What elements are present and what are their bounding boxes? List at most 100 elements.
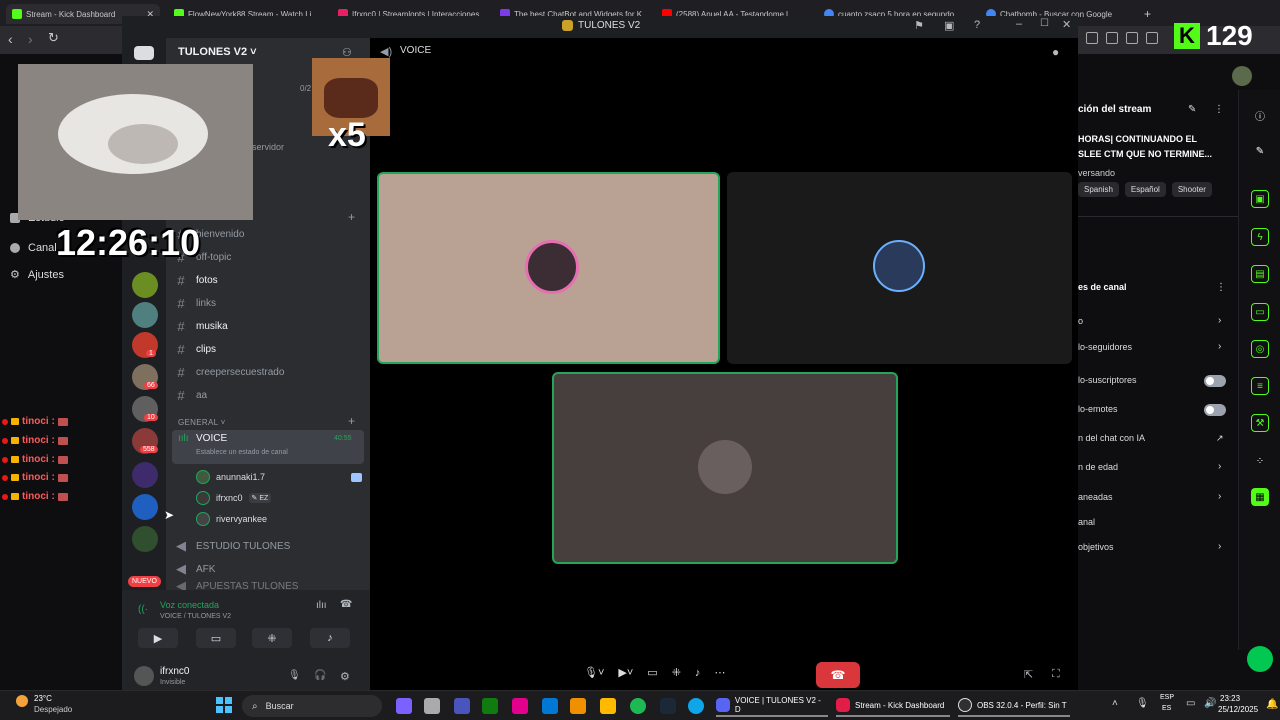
channel-fotos[interactable]: # fotos bbox=[174, 270, 362, 290]
wrench-icon[interactable]: ⚒ bbox=[1251, 414, 1269, 432]
folder-icon[interactable] bbox=[600, 698, 616, 714]
server-icon[interactable] bbox=[132, 526, 158, 552]
apps-icon[interactable]: ⁘ bbox=[1251, 452, 1269, 470]
channel-status[interactable]: Establece un estado de canal bbox=[196, 449, 288, 456]
category-general[interactable]: GENERAL ˅ bbox=[178, 418, 226, 427]
bolt-icon[interactable]: ϟ bbox=[1251, 228, 1269, 246]
server-name[interactable]: TULONES V2 ˅ bbox=[178, 46, 257, 58]
channel-aa[interactable]: # aa bbox=[174, 385, 362, 405]
disconnect-icon[interactable]: ☎ bbox=[340, 599, 352, 610]
chat-username[interactable]: tinoci : bbox=[22, 491, 55, 502]
tag[interactable]: Español bbox=[1124, 182, 1166, 197]
notification-icon[interactable]: 🔔 bbox=[1266, 699, 1278, 710]
gear-icon[interactable]: ⚙ bbox=[340, 670, 350, 683]
microphone-icon[interactable]: 🎙˅ bbox=[584, 666, 604, 679]
emotes-only-toggle[interactable] bbox=[1204, 404, 1226, 416]
steam-icon[interactable] bbox=[660, 698, 676, 714]
subscribers-only-toggle[interactable] bbox=[1204, 375, 1226, 387]
server-icon[interactable] bbox=[132, 302, 158, 328]
username[interactable]: ifrxnc0 bbox=[160, 666, 189, 677]
window-icon[interactable]: ▣ bbox=[944, 19, 954, 32]
setting-row[interactable]: o › bbox=[1078, 315, 1228, 330]
add-channel-button[interactable]: + bbox=[348, 210, 355, 224]
setting-row[interactable]: anal bbox=[1078, 517, 1228, 531]
weather-temp[interactable]: 23°C bbox=[34, 694, 52, 703]
taskbar-search[interactable]: ⌕ Buscar bbox=[242, 695, 382, 717]
activities-icon[interactable]: ⁜ bbox=[672, 666, 681, 679]
new-tab-button[interactable]: + bbox=[1144, 4, 1151, 24]
more-icon[interactable]: ⋮ bbox=[1214, 104, 1224, 115]
setting-row[interactable]: n del chat con IA ↗ bbox=[1078, 433, 1228, 447]
server-icon[interactable] bbox=[132, 462, 158, 488]
disconnect-button[interactable]: ☎ bbox=[816, 662, 860, 688]
setting-row[interactable]: aneadas › bbox=[1078, 491, 1228, 506]
chevron-up-icon[interactable]: ˄ bbox=[1112, 698, 1118, 709]
channel-off-topic[interactable]: # off-topic bbox=[174, 247, 362, 267]
activities-button[interactable]: ⁜ bbox=[252, 628, 292, 648]
tag[interactable]: Spanish bbox=[1078, 182, 1119, 197]
spotify-icon[interactable] bbox=[630, 698, 646, 714]
participant-tile[interactable] bbox=[552, 372, 898, 564]
chat-username[interactable]: tinoci : bbox=[22, 416, 55, 427]
language-indicator[interactable]: ESP bbox=[1160, 694, 1174, 701]
taskbar-app-obs[interactable]: OBS 32.0.4 - Perfil: Sin T bbox=[958, 695, 1070, 717]
fullscreen-icon[interactable]: ⛶ bbox=[1052, 668, 1060, 681]
network-icon[interactable]: ▭ bbox=[1186, 698, 1195, 709]
soundboard-button[interactable]: ♪ bbox=[310, 628, 350, 648]
popout-icon[interactable]: ⇱ bbox=[1024, 668, 1033, 681]
task-view-icon[interactable] bbox=[424, 698, 440, 714]
server-icon[interactable] bbox=[132, 272, 158, 298]
soundboard-icon[interactable]: ♪ bbox=[695, 667, 701, 679]
chat-username[interactable]: tinoci : bbox=[22, 454, 55, 465]
document-icon[interactable]: ▤ bbox=[1251, 265, 1269, 283]
edit-icon[interactable]: ✎ bbox=[1251, 142, 1269, 160]
voice-member[interactable]: rivervyankee bbox=[196, 510, 362, 528]
sidebar-item-ajustes[interactable]: ⚙ Ajustes bbox=[10, 268, 64, 282]
voice-member[interactable]: ifrxnc0 ✎ EZ bbox=[196, 489, 362, 507]
minimize-button[interactable]: – bbox=[1016, 18, 1022, 30]
windows-start-icon[interactable] bbox=[216, 697, 232, 713]
server-icon[interactable] bbox=[132, 494, 158, 520]
camera-button[interactable]: ▶ bbox=[138, 628, 178, 648]
chat-icon[interactable]: ▭ bbox=[1251, 303, 1269, 321]
back-button[interactable]: ‹ bbox=[8, 31, 13, 47]
add-channel-button[interactable]: + bbox=[348, 414, 355, 428]
xbox-icon[interactable] bbox=[482, 698, 498, 714]
participant-tile[interactable] bbox=[377, 172, 720, 364]
setting-row[interactable]: objetivos › bbox=[1078, 541, 1228, 556]
extension-icon[interactable] bbox=[1126, 32, 1138, 44]
channel-musika[interactable]: # musika bbox=[174, 316, 362, 336]
noise-suppression-icon[interactable]: ılıı bbox=[316, 600, 327, 611]
channel-clips[interactable]: # clips bbox=[174, 339, 362, 359]
channel-links[interactable]: # links bbox=[174, 293, 362, 313]
chat-username[interactable]: tinoci : bbox=[22, 435, 55, 446]
voice-connected-label[interactable]: Voz conectada bbox=[160, 600, 219, 610]
sidebar-item-canal[interactable]: Canal bbox=[10, 242, 57, 254]
channel-creeper[interactable]: # creepersecuestrado bbox=[174, 362, 362, 382]
screen-share-button[interactable]: ▭ bbox=[196, 628, 236, 648]
teams-icon[interactable] bbox=[454, 698, 470, 714]
extension-icon[interactable] bbox=[1086, 32, 1098, 44]
extension-icon[interactable] bbox=[1106, 32, 1118, 44]
reload-button[interactable]: ↻ bbox=[48, 30, 59, 46]
support-chat-icon[interactable] bbox=[1247, 646, 1273, 672]
maximize-button[interactable]: ☐ bbox=[1040, 18, 1049, 29]
help-icon[interactable]: ? bbox=[974, 19, 980, 31]
avatar[interactable] bbox=[134, 666, 154, 686]
channel-bienvenido[interactable]: # bienvenido bbox=[174, 224, 362, 244]
edit-icon[interactable]: ✎ bbox=[1188, 104, 1196, 115]
clock-time[interactable]: 23:23 bbox=[1220, 694, 1240, 703]
participant-tile[interactable] bbox=[727, 172, 1072, 364]
microphone-icon[interactable]: 🎙 bbox=[1136, 698, 1149, 709]
extension-icon[interactable] bbox=[1146, 32, 1158, 44]
edge-icon[interactable] bbox=[688, 698, 704, 714]
info-icon[interactable]: ⓘ bbox=[1251, 106, 1269, 124]
microphone-icon[interactable]: 🎙 bbox=[288, 670, 301, 681]
setting-row[interactable]: lo-seguidores › bbox=[1078, 341, 1228, 356]
new-badge[interactable]: NUEVO bbox=[128, 576, 161, 587]
tag[interactable]: Shooter bbox=[1171, 182, 1212, 197]
app-icon[interactable] bbox=[570, 698, 586, 714]
more-icon[interactable]: ⋯ bbox=[714, 666, 725, 679]
avatar[interactable] bbox=[1232, 66, 1252, 86]
voice-channel-estudio[interactable]: ◀ ESTUDIO TULONES bbox=[174, 536, 362, 556]
